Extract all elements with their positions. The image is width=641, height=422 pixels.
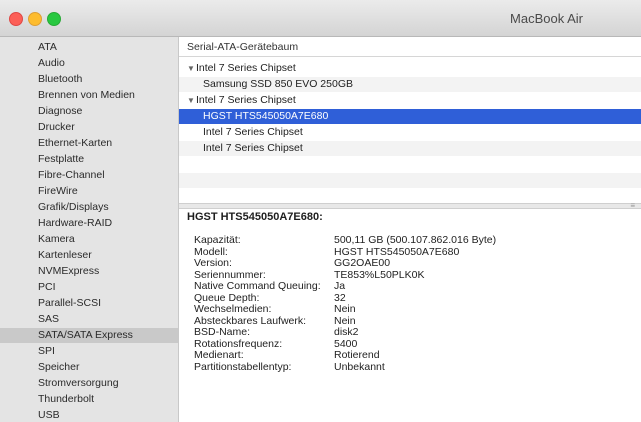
property-label: Seriennummer: (194, 268, 266, 281)
resize-handle-icon[interactable]: ≡ (630, 201, 635, 210)
detail-pane: Serial-ATA-Gerätebaum ▼Intel 7 Series Ch… (179, 37, 641, 422)
property-value: Unbekannt (334, 360, 385, 373)
sidebar-item[interactable]: Kamera (0, 232, 178, 247)
sidebar-item[interactable]: Audio (0, 56, 178, 71)
sidebar-item[interactable]: Ethernet-Karten (0, 136, 178, 151)
property-value: Nein (334, 303, 356, 315)
property-value: TE853%L50PLK0K (334, 268, 425, 281)
property-value: 32 (334, 291, 346, 304)
property-value: disk2 (334, 326, 359, 338)
property-label: Wechselmedien: (194, 303, 272, 315)
property-value: 5400 (334, 337, 358, 350)
tree-row-label: Intel 7 Series Chipset (196, 62, 296, 74)
tree-row-label: Samsung SSD 850 EVO 250GB (203, 78, 353, 90)
tree-row-label: Intel 7 Series Chipset (203, 142, 303, 154)
disclosure-triangle-icon[interactable]: ▼ (187, 61, 196, 76)
sidebar-item[interactable]: Bluetooth (0, 72, 178, 87)
sidebar-item[interactable]: ATA (0, 40, 178, 55)
minimize-window-button[interactable] (28, 12, 42, 26)
sidebar-item[interactable]: Fibre-Channel (0, 168, 178, 183)
sidebar-item[interactable]: PCI (0, 280, 178, 295)
sidebar-item[interactable]: SATA/SATA Express (0, 328, 178, 343)
device-info-title: HGST HTS545050A7E680: (187, 211, 323, 223)
tree-row-empty (179, 173, 641, 188)
tree-row[interactable]: Intel 7 Series Chipset (179, 141, 641, 156)
tree-row-empty (179, 157, 641, 172)
property-value: HGST HTS545050A7E680 (334, 245, 460, 258)
property-label: Medienart: (194, 349, 244, 361)
sidebar-item[interactable]: SAS (0, 312, 178, 327)
sidebar-item[interactable]: Thunderbolt (0, 392, 178, 407)
sidebar-item[interactable]: Kartenleser (0, 248, 178, 263)
tree-row[interactable]: Samsung SSD 850 EVO 250GB (179, 77, 641, 92)
property-value: 500,11 GB (500.107.862.016 Byte) (334, 234, 497, 246)
tree-row[interactable]: ▼Intel 7 Series Chipset (179, 61, 641, 76)
property-label: Modell: (194, 245, 228, 258)
tree-row[interactable]: Intel 7 Series Chipset (179, 125, 641, 140)
property-label: Partitionstabellentyp: (194, 360, 292, 373)
tree-row-label: Intel 7 Series Chipset (203, 126, 303, 138)
sidebar-item[interactable]: Brennen von Medien (0, 88, 178, 103)
sidebar-item[interactable]: Grafik/Displays (0, 200, 178, 215)
sidebar-item[interactable]: Hardware-RAID (0, 216, 178, 231)
sidebar-item[interactable]: FireWire (0, 184, 178, 199)
property-value: GG2OAE00 (334, 257, 391, 269)
property-label: Queue Depth: (194, 291, 260, 304)
sidebar-item[interactable]: Festplatte (0, 152, 178, 167)
sidebar-item[interactable]: Stromversorgung (0, 376, 178, 391)
property-label: Rotationsfrequenz: (194, 337, 283, 350)
sidebar-item[interactable]: USB (0, 408, 178, 422)
device-tree-header: Serial-ATA-Gerätebaum (179, 37, 641, 57)
tree-row[interactable]: HGST HTS545050A7E680 (179, 109, 641, 124)
close-window-button[interactable] (9, 12, 23, 26)
property-label: Absteckbares Laufwerk: (194, 314, 307, 327)
sidebar-item[interactable]: SPI (0, 344, 178, 359)
sidebar-item[interactable]: NVMExpress (0, 264, 178, 279)
property-label: Kapazität: (194, 234, 241, 246)
property-value: Ja (334, 280, 346, 292)
property-label: Native Command Queuing: (194, 280, 321, 292)
sidebar-item[interactable]: Speicher (0, 360, 178, 375)
sidebar-item[interactable]: Drucker (0, 120, 178, 135)
tree-row[interactable]: ▼Intel 7 Series Chipset (179, 93, 641, 108)
window-title: MacBook Air (510, 11, 583, 26)
tree-row-label: Intel 7 Series Chipset (196, 94, 296, 106)
window-titlebar: MacBook Air (0, 0, 641, 37)
property-value: Nein (334, 314, 356, 327)
zoom-window-button[interactable] (47, 12, 61, 26)
tree-row-empty (179, 189, 641, 204)
property-label: BSD-Name: (194, 326, 251, 338)
property-value: Rotierend (334, 349, 380, 361)
disclosure-triangle-icon[interactable]: ▼ (187, 93, 196, 108)
sidebar-item[interactable]: Parallel-SCSI (0, 296, 178, 311)
pane-splitter[interactable]: ≡ (179, 201, 641, 210)
property-label: Version: (194, 257, 232, 269)
sidebar-item[interactable]: Diagnose (0, 104, 178, 119)
sidebar: ATA Audio Bluetooth Brennen von Medien Diagn… (0, 37, 179, 422)
tree-row-label: HGST HTS545050A7E680 (203, 110, 329, 122)
